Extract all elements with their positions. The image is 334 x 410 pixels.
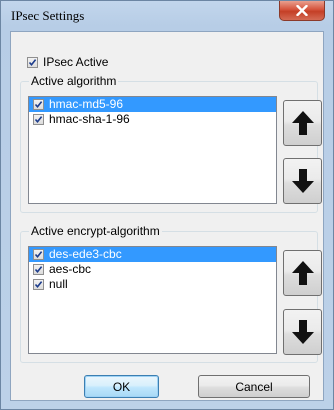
list-item[interactable]: hmac-md5-96: [29, 97, 276, 112]
list-item-checkbox[interactable]: [33, 279, 44, 290]
ok-button[interactable]: OK: [84, 375, 159, 398]
list-item[interactable]: hmac-sha-1-96: [29, 112, 276, 127]
list-item-checkbox[interactable]: [33, 264, 44, 275]
list-item-label: hmac-sha-1-96: [49, 112, 130, 126]
close-button[interactable]: [279, 1, 325, 21]
list-item-checkbox[interactable]: [33, 114, 44, 125]
list-item-label: hmac-md5-96: [49, 97, 124, 111]
ipsec-active-checkbox[interactable]: [27, 56, 38, 68]
active-algorithm-group-label: Active algorithm: [29, 74, 119, 88]
list-item-label: null: [49, 277, 68, 291]
window-title: IPsec Settings: [11, 8, 85, 23]
ipsec-active-row: IPsec Active: [27, 55, 108, 69]
title-bar[interactable]: IPsec Settings: [1, 1, 333, 31]
algorithm-move-up-button[interactable]: [283, 100, 322, 146]
list-item-label: aes-cbc: [49, 262, 92, 276]
algorithm-move-down-button[interactable]: [283, 158, 322, 204]
arrow-down-icon: [291, 320, 314, 344]
list-item[interactable]: aes-cbc: [29, 262, 276, 277]
list-item-checkbox[interactable]: [33, 99, 44, 110]
encrypt-move-down-button[interactable]: [283, 309, 322, 355]
arrow-down-icon: [291, 169, 314, 193]
list-item[interactable]: null: [29, 277, 276, 292]
encrypt-move-up-button[interactable]: [283, 250, 322, 296]
active-encrypt-algorithm-list[interactable]: des-ede3-cbc aes-cbc null: [28, 246, 277, 354]
close-icon: [296, 5, 308, 16]
active-encrypt-algorithm-group-label: Active encrypt-algorithm: [29, 224, 162, 238]
arrow-up-icon: [291, 261, 314, 285]
active-algorithm-list[interactable]: hmac-md5-96 hmac-sha-1-96: [28, 96, 277, 204]
arrow-up-icon: [291, 111, 314, 135]
list-item-label: des-ede3-cbc: [49, 247, 122, 261]
dialog-window: IPsec Settings IPsec Active Active algor…: [0, 0, 334, 410]
list-item[interactable]: des-ede3-cbc: [29, 247, 276, 262]
list-item-checkbox[interactable]: [33, 249, 44, 260]
ipsec-active-label[interactable]: IPsec Active: [43, 55, 108, 69]
cancel-button[interactable]: Cancel: [198, 375, 310, 398]
dialog-client-area: IPsec Active Active algorithm hmac-md5-9…: [10, 31, 324, 401]
